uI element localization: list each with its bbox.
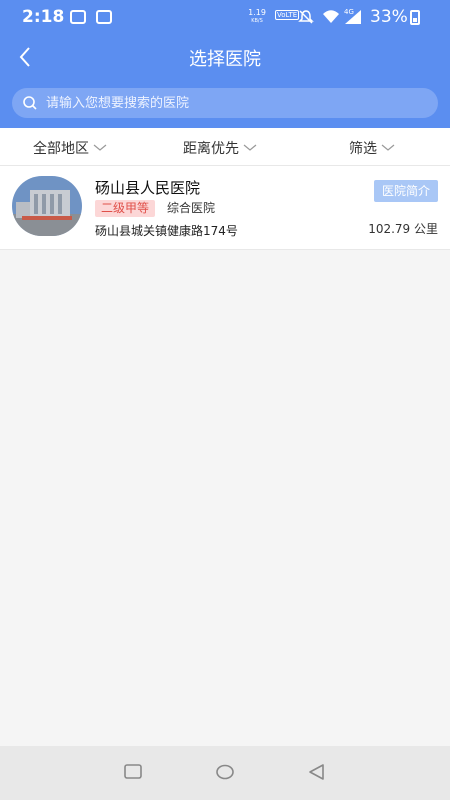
hospital-type: 综合医院	[167, 201, 216, 215]
filter-bar: 全部地区 距离优先 筛选	[0, 128, 450, 166]
net-speed: 1.19 KB/S	[248, 9, 266, 25]
hospital-photo	[12, 176, 82, 236]
hospital-address: 砀山县城关镇健康路174号	[95, 224, 238, 238]
mute-icon	[298, 10, 314, 24]
net-speed-value: 1.19	[248, 8, 266, 17]
system-nav-bar	[0, 746, 450, 800]
search-icon	[23, 96, 37, 110]
chevron-down-icon	[243, 144, 257, 151]
back-nav-icon[interactable]	[307, 763, 327, 781]
hospital-intro-button[interactable]: 医院简介	[373, 180, 438, 202]
hospital-grade-badge: 二级甲等	[95, 200, 156, 217]
filter-region-label: 全部地区	[33, 141, 89, 157]
search-input[interactable]	[46, 93, 426, 113]
hospital-name: 砀山县人民医院	[95, 179, 201, 197]
image-notification-icon	[96, 10, 112, 24]
battery-percent: 33%	[370, 7, 408, 27]
hospital-distance: 102.79 公里	[368, 222, 438, 236]
filter-screen-label: 筛选	[349, 141, 377, 157]
header: 2:18 1.19 KB/S VoLTE 4G 33% 选择医院	[0, 0, 450, 128]
search-box[interactable]	[12, 88, 438, 118]
net-speed-unit: KB/S	[251, 18, 263, 24]
chevron-down-icon	[93, 144, 107, 151]
filter-distance[interactable]: 距离优先	[183, 138, 257, 158]
page-title: 选择医院	[189, 49, 261, 70]
hospital-list-item[interactable]: 砀山县人民医院 二级甲等 综合医院 砀山县城关镇健康路174号 医院简介 102…	[0, 166, 450, 250]
recent-apps-icon[interactable]	[123, 763, 143, 781]
chevron-down-icon	[381, 144, 395, 151]
wifi-icon	[323, 10, 339, 23]
battery-icon	[410, 10, 420, 25]
volte-icon: VoLTE	[275, 10, 300, 20]
filter-region[interactable]: 全部地区	[33, 138, 107, 158]
home-icon[interactable]	[214, 763, 236, 781]
filter-screen[interactable]: 筛选	[349, 138, 395, 158]
hospital-list: 砀山县人民医院 二级甲等 综合医院 砀山县城关镇健康路174号 医院简介 102…	[0, 166, 450, 250]
nav-bar-top: 选择医院	[0, 34, 450, 80]
filter-distance-label: 距离优先	[183, 141, 239, 157]
status-time: 2:18	[22, 7, 65, 27]
app-notification-icon	[70, 10, 86, 24]
signal-icon	[345, 10, 361, 24]
status-bar: 2:18 1.19 KB/S VoLTE 4G 33%	[0, 0, 450, 34]
